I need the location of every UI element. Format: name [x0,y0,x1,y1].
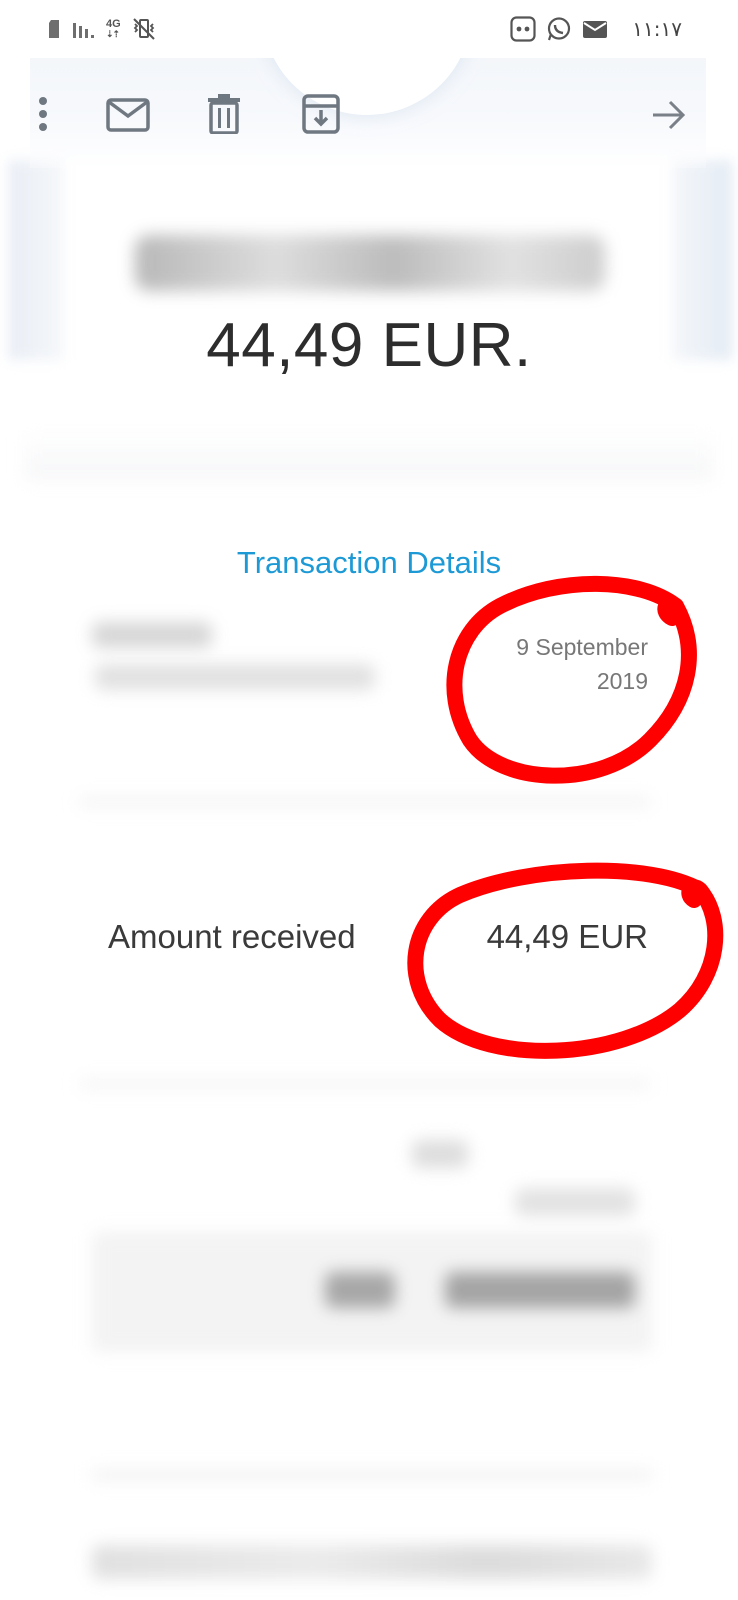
redacted-row-label [92,622,212,648]
vibrate-mute-icon [132,18,155,40]
headline-amount: 44,49 EUR. [206,311,532,380]
amount-received-value: 44,49 EUR [486,918,648,955]
more-options-button[interactable] [30,92,56,136]
delete-icon [208,94,240,134]
forward-arrow-icon [653,100,686,130]
mark-unread-button[interactable] [104,94,152,136]
more-vert-icon [39,97,47,131]
row-divider-2 [80,1080,650,1088]
status-right-icons: ١١:١٧ [510,16,682,42]
archive-button[interactable] [300,92,342,136]
transaction-date-line1: 9 September [516,634,648,660]
row-divider [80,798,650,806]
status-bar: 4G ⇣⇡ ١١:١٧ [0,0,738,58]
sim-card-icon [49,20,59,38]
redacted-total-value [445,1272,635,1308]
delete-button[interactable] [204,92,244,136]
transaction-date: 9 September 2019 [470,630,648,698]
amount-received-label: Amount received [108,918,356,955]
signal-strength-icon [73,23,94,38]
status-left-icons: 4G ⇣⇡ [48,17,157,41]
forward-button[interactable] [648,96,690,134]
email-notification-icon [583,21,608,38]
amount-annotation-circle [407,862,724,1059]
network-type-indicator: 4G ⇣⇡ [106,18,121,40]
redacted-fee-label [412,1140,468,1168]
redacted-headline [135,235,605,291]
redacted-footer-line [92,1470,652,1480]
redacted-footer-text [92,1545,652,1579]
redacted-total-label [325,1272,395,1308]
whatsapp-icon [548,17,571,41]
redacted-fee-value [515,1188,635,1216]
status-time: ١١:١٧ [632,17,682,41]
card-edge [24,430,714,480]
email-screen: 4G ⇣⇡ ١١:١٧ 44,49 EUR. Transaction Detai… [0,0,738,1600]
redacted-row-sublabel [95,664,375,690]
app-notification-icon [510,16,536,42]
transaction-date-line2: 2019 [596,668,648,694]
mark-unread-icon [106,98,150,132]
archive-icon [302,94,340,134]
transaction-details-title: Transaction Details [236,545,502,580]
network-type-label: 4G [106,18,121,30]
